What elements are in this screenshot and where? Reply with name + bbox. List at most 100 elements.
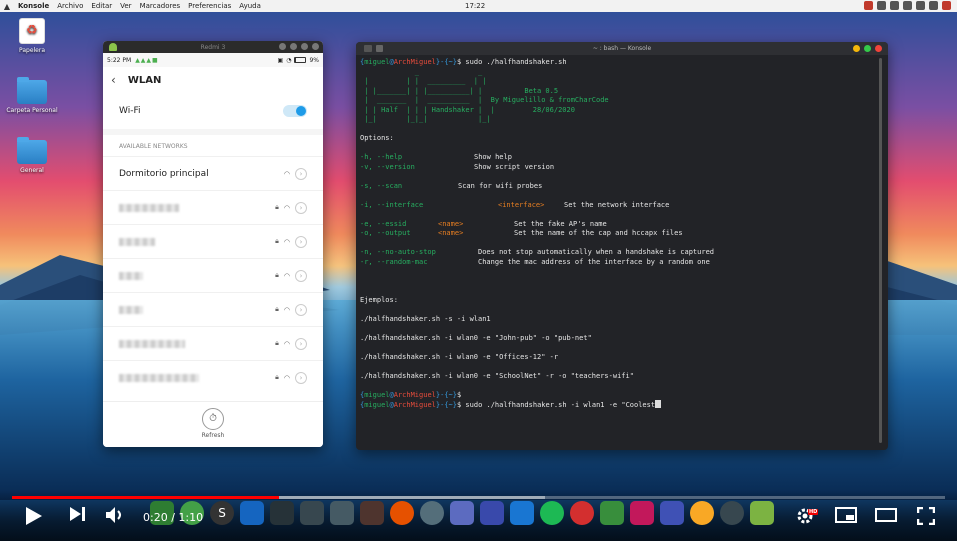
- dock-app-icon[interactable]: [480, 501, 504, 525]
- wifi-signal-icon: ◠: [283, 237, 290, 246]
- desktop-icon-papelera[interactable]: Papelera: [4, 18, 60, 54]
- dock-firefox-icon[interactable]: [390, 501, 414, 525]
- blurred-network-name: [119, 339, 185, 348]
- terminal-scrollbar[interactable]: [879, 58, 882, 443]
- network-row[interactable]: 🔒︎ ◠ ›: [103, 360, 323, 394]
- konsole-titlebar[interactable]: ~ : bash — Konsole: [356, 42, 888, 55]
- example-line: ./halfhandshaker.sh -i wlan0 -e "SchoolN…: [360, 371, 634, 380]
- pin-icon[interactable]: [376, 45, 383, 52]
- menu-archivo[interactable]: Archivo: [53, 0, 87, 12]
- dock-folder-icon[interactable]: [510, 501, 534, 525]
- phone-menu-button[interactable]: [279, 43, 286, 50]
- menu-marcadores[interactable]: Marcadores: [136, 0, 185, 12]
- next-icon[interactable]: [70, 507, 86, 521]
- close-button[interactable]: [875, 45, 882, 52]
- refresh-area: ⏱ Refresh: [103, 401, 323, 447]
- network-info-button[interactable]: ›: [295, 167, 307, 180]
- command-text: sudo ./halfhandshaker.sh -i wlan1 -e "Co…: [465, 401, 656, 409]
- dock-monitor-icon[interactable]: [330, 501, 354, 525]
- tray-network-icon[interactable]: [929, 1, 938, 10]
- dock-app-icon[interactable]: [360, 501, 384, 525]
- network-info-button[interactable]: ›: [295, 235, 307, 248]
- desktop-icon-label: General: [20, 167, 44, 174]
- prompt-line-2: {miguel@ArchMiguel}-{~}$: [360, 390, 462, 399]
- menu-ayuda[interactable]: Ayuda: [235, 0, 265, 12]
- konsole-window[interactable]: ~ : bash — Konsole {miguel@ArchMiguel}-{…: [356, 42, 888, 450]
- network-info-button[interactable]: ›: [295, 371, 307, 384]
- dock-document-icon[interactable]: [660, 501, 684, 525]
- network-row[interactable]: 🔒︎ ◠ ›: [103, 258, 323, 292]
- tray-notification-icon[interactable]: [903, 1, 912, 10]
- network-info-button[interactable]: ›: [295, 269, 307, 282]
- wlan-title: WLAN: [127, 74, 162, 86]
- network-info-button[interactable]: ›: [295, 201, 307, 214]
- dock-terminal-icon[interactable]: [270, 501, 294, 525]
- desktop-icon-label: Papelera: [18, 47, 46, 54]
- menu-ver[interactable]: Ver: [116, 0, 135, 12]
- wifi-label: Wi-Fi: [119, 106, 141, 116]
- dock-cube-icon[interactable]: [240, 501, 264, 525]
- wifi-toggle-row[interactable]: Wi-Fi: [103, 93, 323, 129]
- phone-fullscreen-button[interactable]: [290, 43, 297, 50]
- fullscreen-icon[interactable]: [917, 507, 935, 525]
- menu-konsole[interactable]: Konsole: [14, 0, 53, 12]
- phone-close-button[interactable]: [312, 43, 319, 50]
- dock-discord-icon[interactable]: [450, 501, 474, 525]
- phone-window-titlebar[interactable]: Redmi 3: [103, 41, 323, 53]
- tray-user-icon[interactable]: [942, 1, 951, 10]
- dock-android-icon[interactable]: [750, 501, 774, 525]
- maximize-button[interactable]: [864, 45, 871, 52]
- option-arg: <name>: [438, 219, 464, 228]
- lock-icon: 🔒︎: [275, 373, 279, 381]
- video-played-bar: [12, 496, 279, 499]
- theater-mode-icon[interactable]: [875, 507, 897, 523]
- tray-app-icon[interactable]: [864, 1, 873, 10]
- tray-clipboard-icon[interactable]: [890, 1, 899, 10]
- tray-calendar-icon[interactable]: [877, 1, 886, 10]
- option-arg: <interface>: [498, 200, 545, 209]
- option-flag: -o, --output: [360, 229, 411, 237]
- tray-volume-icon[interactable]: [916, 1, 925, 10]
- dock-spreadsheet-icon[interactable]: [600, 501, 624, 525]
- dock-steam-s-icon[interactable]: S: [210, 501, 234, 525]
- miniplayer-icon[interactable]: [835, 507, 857, 523]
- refresh-button[interactable]: ⏱: [202, 408, 224, 430]
- dock-steam-icon[interactable]: [720, 501, 744, 525]
- lock-icon: 🔒︎: [275, 203, 279, 211]
- network-row[interactable]: 🔒︎ ◠ ›: [103, 224, 323, 258]
- network-row-dormitorio[interactable]: Dormitorio principal ◠ ›: [103, 156, 323, 190]
- back-arrow-icon[interactable]: ‹: [111, 73, 116, 87]
- network-info-button[interactable]: ›: [295, 303, 307, 316]
- banner-line: |_| |_|_| |_|: [360, 115, 491, 123]
- network-row[interactable]: 🔒︎ ◠ ›: [103, 292, 323, 326]
- network-row[interactable]: 🔒︎ ◠ ›: [103, 326, 323, 360]
- play-icon[interactable]: [26, 507, 42, 525]
- volume-icon[interactable]: [106, 507, 126, 523]
- option-essid: -e, --essid <name> Set the fake AP's name: [360, 220, 884, 230]
- desktop-icon-general[interactable]: General: [4, 137, 60, 174]
- dock-spotify-icon[interactable]: [540, 501, 564, 525]
- dock-app-icon[interactable]: [420, 501, 444, 525]
- dock-app-icon[interactable]: [690, 501, 714, 525]
- desktop-icon-carpeta-personal[interactable]: Carpeta Personal: [4, 77, 60, 114]
- option-desc: Scan for wifi probes: [458, 181, 543, 190]
- menu-preferencias[interactable]: Preferencias: [184, 0, 235, 12]
- menu-editar[interactable]: Editar: [87, 0, 116, 12]
- network-row[interactable]: 🔒︎ ◠ ›: [103, 190, 323, 224]
- option-desc: Set the network interface: [564, 200, 670, 209]
- phone-minimize-button[interactable]: [301, 43, 308, 50]
- wifi-toggle[interactable]: [283, 105, 307, 117]
- konsole-title: ~ : bash — Konsole: [592, 45, 652, 52]
- minimize-button[interactable]: [853, 45, 860, 52]
- arch-logo-icon[interactable]: ▲: [0, 2, 14, 11]
- dock-music-icon[interactable]: [570, 501, 594, 525]
- video-progress-bar[interactable]: [12, 496, 945, 499]
- prompt-user: miguel: [364, 390, 390, 399]
- terminal-output[interactable]: {miguel@ArchMiguel}-{~}$ sudo ./halfhand…: [356, 55, 888, 414]
- dock-presentation-icon[interactable]: [630, 501, 654, 525]
- wlan-header: ‹ WLAN: [103, 67, 323, 93]
- phone-mirror-window[interactable]: Redmi 3 5:22 PM ▲▲▲■ ▣ ◔ 9% ‹ WLAN Wi-Fi…: [103, 41, 323, 447]
- network-info-button[interactable]: ›: [295, 337, 307, 350]
- panel-clock[interactable]: 17:22: [465, 0, 485, 12]
- dock-app-icon[interactable]: [300, 501, 324, 525]
